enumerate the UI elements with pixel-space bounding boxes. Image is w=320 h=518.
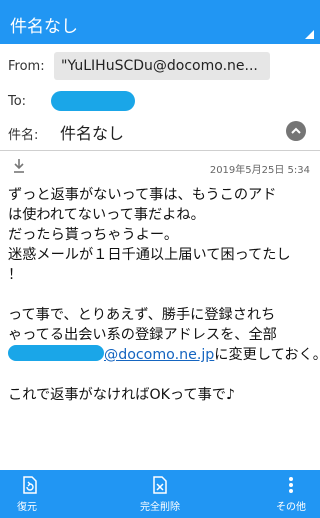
subject-label: 件名: <box>8 128 39 143</box>
restore-icon <box>23 476 37 494</box>
from-address-chip[interactable]: "YuLIHuSCDu@docomo.ne... <box>54 52 270 80</box>
subject-value: 件名なし <box>60 124 125 143</box>
body-line: 迷惑メールが１日千通以上届いて困ってたし <box>8 247 291 263</box>
body-line: ずっと返事がないって事は、もうこのアド <box>8 187 277 203</box>
delete-all-button[interactable]: 完全削除 <box>120 470 200 518</box>
delete-all-label: 完全削除 <box>140 502 180 513</box>
delete-document-icon <box>153 476 167 494</box>
collapse-header-button[interactable] <box>286 121 306 141</box>
body-closing-line: これで返事がなければOKって事で♪ <box>8 387 236 403</box>
header-divider <box>0 150 320 151</box>
body-line: ！ <box>8 267 23 283</box>
body-line: って事で、とりあえず、勝手に登録されち <box>8 307 276 323</box>
bottom-action-bar: 復元 完全削除 その他 <box>0 470 320 518</box>
restore-label: 復元 <box>17 502 37 513</box>
body-line: だったら貰っちゃうよー。 <box>8 227 179 243</box>
download-icon[interactable] <box>12 158 26 174</box>
corner-triangle-icon <box>305 30 314 39</box>
to-address-redaction[interactable] <box>51 91 135 111</box>
more-vertical-icon <box>289 477 293 493</box>
to-label: To: <box>8 94 27 109</box>
chevron-up-icon <box>291 127 301 134</box>
body-address-redaction <box>8 345 104 361</box>
title-bar: 件名なし <box>0 0 320 44</box>
message-body: ずっと返事がないって事は、もうこのアド は使われてないって事だよね。 だったら貰… <box>8 185 320 405</box>
to-row: To: <box>0 88 320 116</box>
received-date: 2019年5月25日 5:34 <box>209 165 310 176</box>
body-line-tail: に変更しておく。 <box>214 347 320 363</box>
from-row: From: "YuLIHuSCDu@docomo.ne... <box>0 50 320 82</box>
from-label: From: <box>8 59 45 74</box>
restore-button[interactable]: 復元 <box>0 470 60 518</box>
subject-row: 件名: 件名なし <box>0 118 320 146</box>
page-title: 件名なし <box>10 17 78 37</box>
body-line: は使われてないって事だよね。 <box>8 207 205 223</box>
body-line: ゃってる出会い系の登録アドレスを、全部 <box>8 327 277 343</box>
body-line-with-link: @docomo.ne.jpに変更しておく。 <box>8 345 320 365</box>
more-label: その他 <box>276 502 306 513</box>
more-button[interactable]: その他 <box>260 470 320 518</box>
email-link[interactable]: @docomo.ne.jp <box>104 347 214 363</box>
